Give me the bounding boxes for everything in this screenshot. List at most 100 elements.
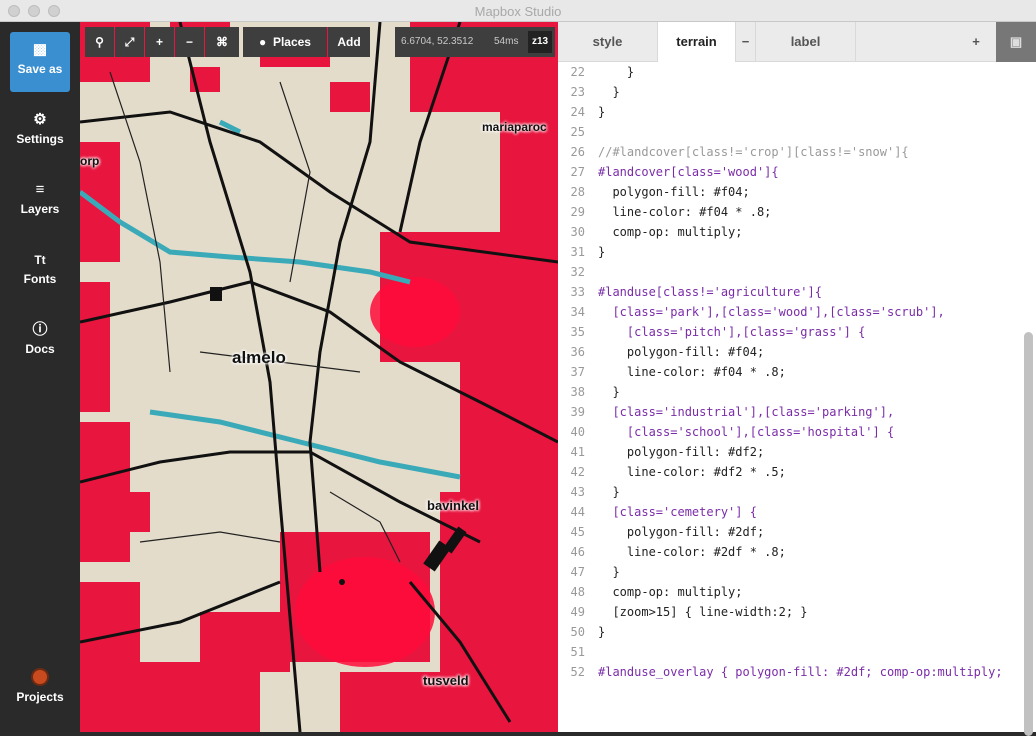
line-number: 33 (570, 285, 585, 299)
line-number: 28 (570, 185, 585, 199)
code-line: [class='cemetery'] { (598, 505, 757, 519)
toggle-docs-button[interactable]: ▣ (996, 22, 1036, 62)
panel-icon: ▣ (1009, 34, 1023, 49)
search-button[interactable]: ⚲ (85, 27, 114, 57)
layers-button[interactable]: ≡ Layers (10, 172, 70, 232)
line-number: 42 (570, 465, 585, 479)
layers-icon: ≡ (35, 181, 45, 198)
add-button[interactable]: Add (328, 27, 370, 57)
line-number: 51 (570, 645, 585, 659)
code-line: } (598, 625, 606, 639)
code-line: line-color: #f04 * .8; (598, 205, 772, 219)
places-label: Places (272, 35, 311, 49)
line-number: 38 (570, 385, 585, 399)
code-line: polygon-fill: #f04; (598, 345, 765, 359)
minus-icon: − (185, 35, 193, 49)
line-number: 45 (570, 525, 585, 539)
places-button[interactable]: ● Places (243, 27, 327, 57)
tab-label[interactable]: label (756, 22, 856, 62)
settings-button[interactable]: ⚙ Settings (10, 102, 70, 162)
inspect-button[interactable]: ⌘ (205, 27, 239, 57)
fonts-icon: Tt (34, 253, 46, 267)
code-line: line-color: #f04 * .8; (598, 365, 786, 379)
code-line: polygon-fill: #f04; (598, 185, 750, 199)
code-line: #landuse[class!='agriculture']{ (598, 285, 822, 299)
save-as-button[interactable]: ▩ Save as (10, 32, 70, 92)
map-label-orp: orp (80, 154, 100, 168)
line-number: 29 (570, 205, 585, 219)
save-as-label: Save as (17, 62, 63, 76)
search-icon: ⚲ (95, 35, 104, 49)
line-number: 23 (570, 85, 585, 99)
projects-icon (31, 668, 49, 686)
editor-tabs: style terrain − label + ▣ (558, 22, 1036, 62)
line-number: 47 (570, 565, 585, 579)
projects-label: Projects (16, 690, 64, 704)
fonts-button[interactable]: Tt Fonts (10, 242, 70, 302)
code-line: } (598, 65, 635, 79)
docs-button[interactable]: ⓘ Docs (10, 312, 70, 372)
line-number: 24 (570, 105, 585, 119)
line-number: 30 (570, 225, 585, 239)
line-number: 50 (570, 625, 585, 639)
line-number: 35 (570, 325, 585, 339)
code-line: comp-op: multiply; (598, 225, 743, 239)
code-line: line-color: #df2 * .5; (598, 465, 786, 479)
line-number: 49 (570, 605, 585, 619)
code-line: [zoom>15] { line-width:2; } (598, 605, 808, 619)
add-label: Add (337, 35, 361, 49)
code-line: } (598, 385, 620, 399)
line-number: 31 (570, 245, 585, 259)
tab-style[interactable]: style (558, 22, 658, 62)
code-line: polygon-fill: #2df; (598, 525, 765, 539)
code-line: comp-op: multiply; (598, 585, 743, 599)
code-line: } (598, 105, 606, 119)
map-label-mariaparoc: mariaparoc (482, 120, 547, 134)
line-number: 52 (570, 665, 585, 679)
window-title-bar: Mapbox Studio (0, 0, 1036, 22)
code-line: [class='school'],[class='hospital'] { (598, 425, 895, 439)
code-line: [class='park'],[class='wood'],[class='sc… (598, 305, 945, 319)
gear-icon: ⚙ (33, 111, 47, 128)
line-number: 39 (570, 405, 585, 419)
vertical-scrollbar[interactable] (1024, 332, 1033, 736)
map-canvas[interactable]: mariaparoc orp almelo bavinkel tusveld (80, 22, 558, 732)
docs-label: Docs (25, 342, 55, 356)
line-number: 25 (570, 125, 585, 139)
tab-terrain[interactable]: terrain (658, 22, 736, 62)
line-number: 46 (570, 545, 585, 559)
code-editor[interactable]: 22 } 23 } 24} 25 26 //#landcover[class!='… (558, 62, 1036, 732)
line-number: 36 (570, 345, 585, 359)
remove-tab-button[interactable]: − (736, 22, 756, 62)
fullscreen-icon: ⤢ (124, 35, 135, 49)
code-line: [class='pitch'],[class='grass'] { (598, 325, 866, 339)
style-editor: style terrain − label + ▣ 22 } 23 } 24} … (558, 22, 1036, 736)
code-line: } (598, 245, 606, 259)
code-line: //#landcover[class!='crop'][class!='snow… (598, 145, 909, 159)
map-label-bavinkel: bavinkel (427, 498, 480, 513)
line-number: 27 (570, 165, 585, 179)
code-line: } (598, 485, 620, 499)
zoom-in-button[interactable]: + (145, 27, 174, 57)
zoom-level-badge: z13 (528, 31, 552, 53)
inspect-icon: ⌘ (216, 35, 228, 49)
map-label-tusveld: tusveld (423, 673, 469, 688)
layers-label: Layers (20, 202, 60, 216)
code-line: polygon-fill: #df2; (598, 445, 765, 459)
sidebar: ▩ Save as ⚙ Settings ≡ Layers Tt Fonts ⓘ… (0, 22, 80, 732)
zoom-out-button[interactable]: − (175, 27, 204, 57)
line-number: 32 (570, 265, 585, 279)
line-number: 48 (570, 585, 585, 599)
code-line: #landcover[class='wood']{ (598, 165, 779, 179)
code-line: line-color: #2df * .8; (598, 545, 786, 559)
settings-label: Settings (16, 132, 64, 146)
fullscreen-button[interactable]: ⤢ (115, 27, 144, 57)
window-title: Mapbox Studio (474, 4, 562, 19)
plus-icon: + (155, 35, 163, 49)
projects-button[interactable]: Projects (10, 662, 70, 722)
code-line: } (598, 565, 620, 579)
add-tab-button[interactable]: + (956, 22, 996, 62)
pin-icon: ● (259, 35, 267, 49)
line-number: 40 (570, 425, 585, 439)
line-number: 44 (570, 505, 585, 519)
